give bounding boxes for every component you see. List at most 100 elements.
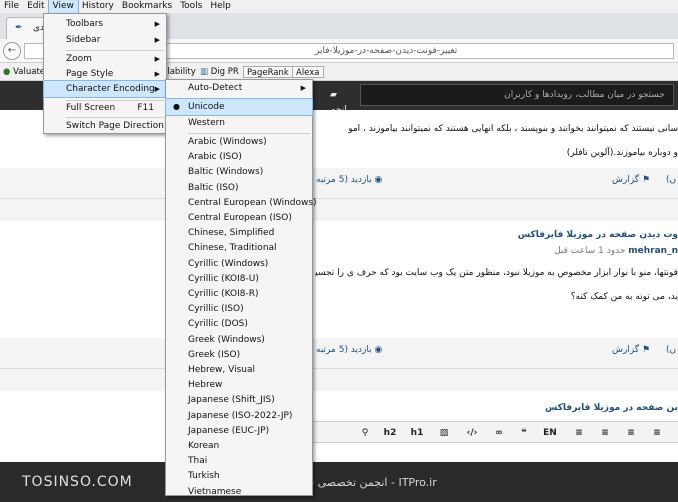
chevron-right-icon: ▶: [154, 36, 160, 44]
menu-history[interactable]: History: [78, 0, 118, 13]
encoding-unicode[interactable]: ● Unicode: [165, 98, 313, 116]
bookmark-dig-pr[interactable]: ▥ Dig PR: [200, 66, 239, 78]
post-text-line: ید، می تونه به من کمک کنه؟: [570, 292, 678, 302]
flag-icon: ⚑: [641, 345, 651, 355]
bookmark-pagerank[interactable]: PageRank: [243, 66, 293, 78]
encoding-option[interactable]: Japanese (Shift_JIS): [166, 392, 312, 408]
encoding-option[interactable]: Japanese (EUC-JP): [166, 423, 312, 439]
view-menu-full-screen[interactable]: Full Screen F11: [44, 100, 166, 116]
site-footer: TOSINSO.COM ITPro.ir - انجمن تخصصی فناور…: [0, 462, 678, 502]
encoding-option[interactable]: Thai: [166, 453, 312, 469]
bookmark-alexa[interactable]: Alexa: [292, 66, 324, 78]
code-icon[interactable]: ‹/›: [465, 426, 479, 440]
radio-dot-icon: ●: [173, 102, 180, 111]
view-menu-page-style[interactable]: Page Style ▶: [44, 66, 166, 82]
encoding-option[interactable]: Chinese, Simplified: [166, 225, 312, 241]
h1-button[interactable]: h1: [409, 426, 425, 440]
encoding-option[interactable]: Vietnamese: [166, 484, 312, 500]
menu-edit[interactable]: Edit: [23, 0, 48, 13]
chevron-right-icon: ▶: [300, 84, 306, 92]
encoding-option[interactable]: Greek (ISO): [166, 347, 312, 363]
view-menu-toolbars[interactable]: Toolbars ▶: [44, 16, 166, 32]
post-gap: [0, 369, 678, 391]
encoding-option[interactable]: Cyrillic (Windows): [166, 256, 312, 272]
post-gap: [0, 199, 678, 221]
post-time: حدود 1 ساعت قبل: [554, 246, 626, 256]
post-text-line: و دوباره بیاموزند.(آلوین تافلر): [566, 148, 678, 158]
post-footer-tail: (ں: [666, 345, 677, 355]
report-link[interactable]: گزارش ⚑: [612, 175, 650, 185]
forum-button[interactable]: ▰ انجم: [330, 88, 355, 115]
encoding-option[interactable]: Cyrillic (DOS): [166, 316, 312, 332]
eye-icon: ◉: [374, 345, 383, 355]
align-center-icon[interactable]: ≡: [598, 426, 612, 440]
folder-icon: ▰: [330, 90, 337, 100]
reply-title: بن صفحه در موزیلا فایرفاکس: [544, 403, 678, 413]
post-title[interactable]: وت دیدن صفحه در موزیلا فایرفاکس: [315, 230, 678, 240]
report-link[interactable]: گزارش ⚑: [612, 345, 650, 355]
menu-bar: File Edit View History Bookmarks Tools H…: [0, 0, 678, 14]
post-text-line: سانی نیستند که نمیتوانند بخوانند و بنویس…: [348, 124, 678, 134]
encoding-option[interactable]: Korean: [166, 438, 312, 454]
chevron-right-icon: ▶: [154, 85, 160, 93]
encoding-option[interactable]: Baltic (Windows): [166, 164, 312, 180]
encoding-option[interactable]: Central European (Windows): [166, 195, 317, 211]
menu-tools[interactable]: Tools: [176, 0, 206, 13]
view-menu-character-encoding[interactable]: Character Encoding ▶: [43, 80, 167, 98]
link-icon[interactable]: ∞: [492, 426, 506, 440]
view-menu-zoom[interactable]: Zoom ▶: [44, 51, 166, 67]
encoding-auto-detect[interactable]: Auto-Detect ▶: [166, 80, 312, 96]
views-link[interactable]: بازدید (5 مرتبه ◉: [316, 345, 382, 355]
quote-icon[interactable]: ❝: [517, 426, 531, 440]
encoding-option[interactable]: Turkish: [166, 468, 312, 484]
bookmark-availability[interactable]: ilability: [165, 66, 196, 78]
post-author[interactable]: mehran_n: [628, 246, 678, 256]
encoding-option[interactable]: Central European (ISO): [166, 210, 312, 226]
search-icon[interactable]: ⚲: [358, 426, 372, 440]
encoding-option[interactable]: Hebrew: [166, 377, 312, 393]
post-footer-tail: (ں: [666, 175, 677, 185]
encoding-option[interactable]: Japanese (ISO-2022-JP): [166, 408, 312, 424]
menu-view[interactable]: View: [47, 0, 79, 14]
encoding-option[interactable]: Baltic (ISO): [166, 180, 312, 196]
encoding-option[interactable]: Arabic (ISO): [166, 149, 312, 165]
post-text-line: فونتها، منو با نوار ابزار مخصوص به موزیل…: [315, 268, 678, 278]
view-menu: Toolbars ▶ Sidebar ▶ Zoom ▶ Page Style ▶ Cha…: [43, 13, 167, 134]
chevron-right-icon: ▶: [154, 70, 160, 78]
view-menu-switch-direction[interactable]: Switch Page Direction: [44, 118, 166, 134]
justify-icon[interactable]: ≡: [650, 426, 664, 440]
encoding-western[interactable]: Western: [166, 115, 312, 131]
back-arrow-icon: ←: [7, 45, 17, 56]
encoding-option[interactable]: Greek (Windows): [166, 332, 312, 348]
back-button[interactable]: ←: [3, 42, 21, 60]
en-button[interactable]: EN: [541, 426, 559, 440]
image-icon[interactable]: ▨: [437, 426, 451, 440]
site-search-input[interactable]: جستجو در میان مطالب، رویدادها و کاربران: [360, 84, 674, 106]
menu-bookmarks[interactable]: Bookmarks: [118, 0, 176, 13]
eye-icon: ◉: [374, 175, 383, 185]
menu-file[interactable]: File: [0, 0, 23, 13]
bookmark-valuate[interactable]: ● Valuate: [3, 66, 45, 78]
encoding-option[interactable]: Hebrew, Visual: [166, 362, 312, 378]
encoding-option[interactable]: Cyrillic (KOI8-R): [166, 286, 312, 302]
encoding-option[interactable]: Cyrillic (ISO): [166, 301, 312, 317]
encoding-option[interactable]: Arabic (Windows): [166, 134, 312, 150]
flag-icon: ⚑: [641, 175, 651, 185]
encoding-option[interactable]: Cyrillic (KOI8-U): [166, 271, 312, 287]
views-link[interactable]: بازدید (5 مرتبه ◉: [316, 175, 382, 185]
align-left-icon[interactable]: ≡: [572, 426, 586, 440]
encoding-submenu: Auto-Detect ▶ ● Unicode Western Arabic (Wi…: [165, 79, 317, 497]
globe-icon: ●: [3, 67, 11, 77]
chevron-right-icon: ▶: [154, 20, 160, 28]
footer-brand: TOSINSO.COM: [22, 474, 133, 490]
menu-help[interactable]: Help: [206, 0, 235, 13]
align-right-icon[interactable]: ≡: [624, 426, 638, 440]
editor-toolbar: ⚲ h2 h1 ▨ ‹/› ∞ ❝ EN ≡ ≡ ≡ ≡: [310, 421, 678, 443]
view-menu-sidebar[interactable]: Sidebar ▶: [44, 32, 166, 48]
chevron-right-icon: ▶: [154, 55, 160, 63]
h2-button[interactable]: h2: [382, 426, 398, 440]
post-meta: mehran_n حدود 1 ساعت قبل: [540, 246, 678, 256]
chart-icon: ▥: [200, 67, 209, 77]
feather-icon: ✒: [15, 23, 23, 33]
encoding-option[interactable]: Chinese, Traditional: [166, 240, 312, 256]
